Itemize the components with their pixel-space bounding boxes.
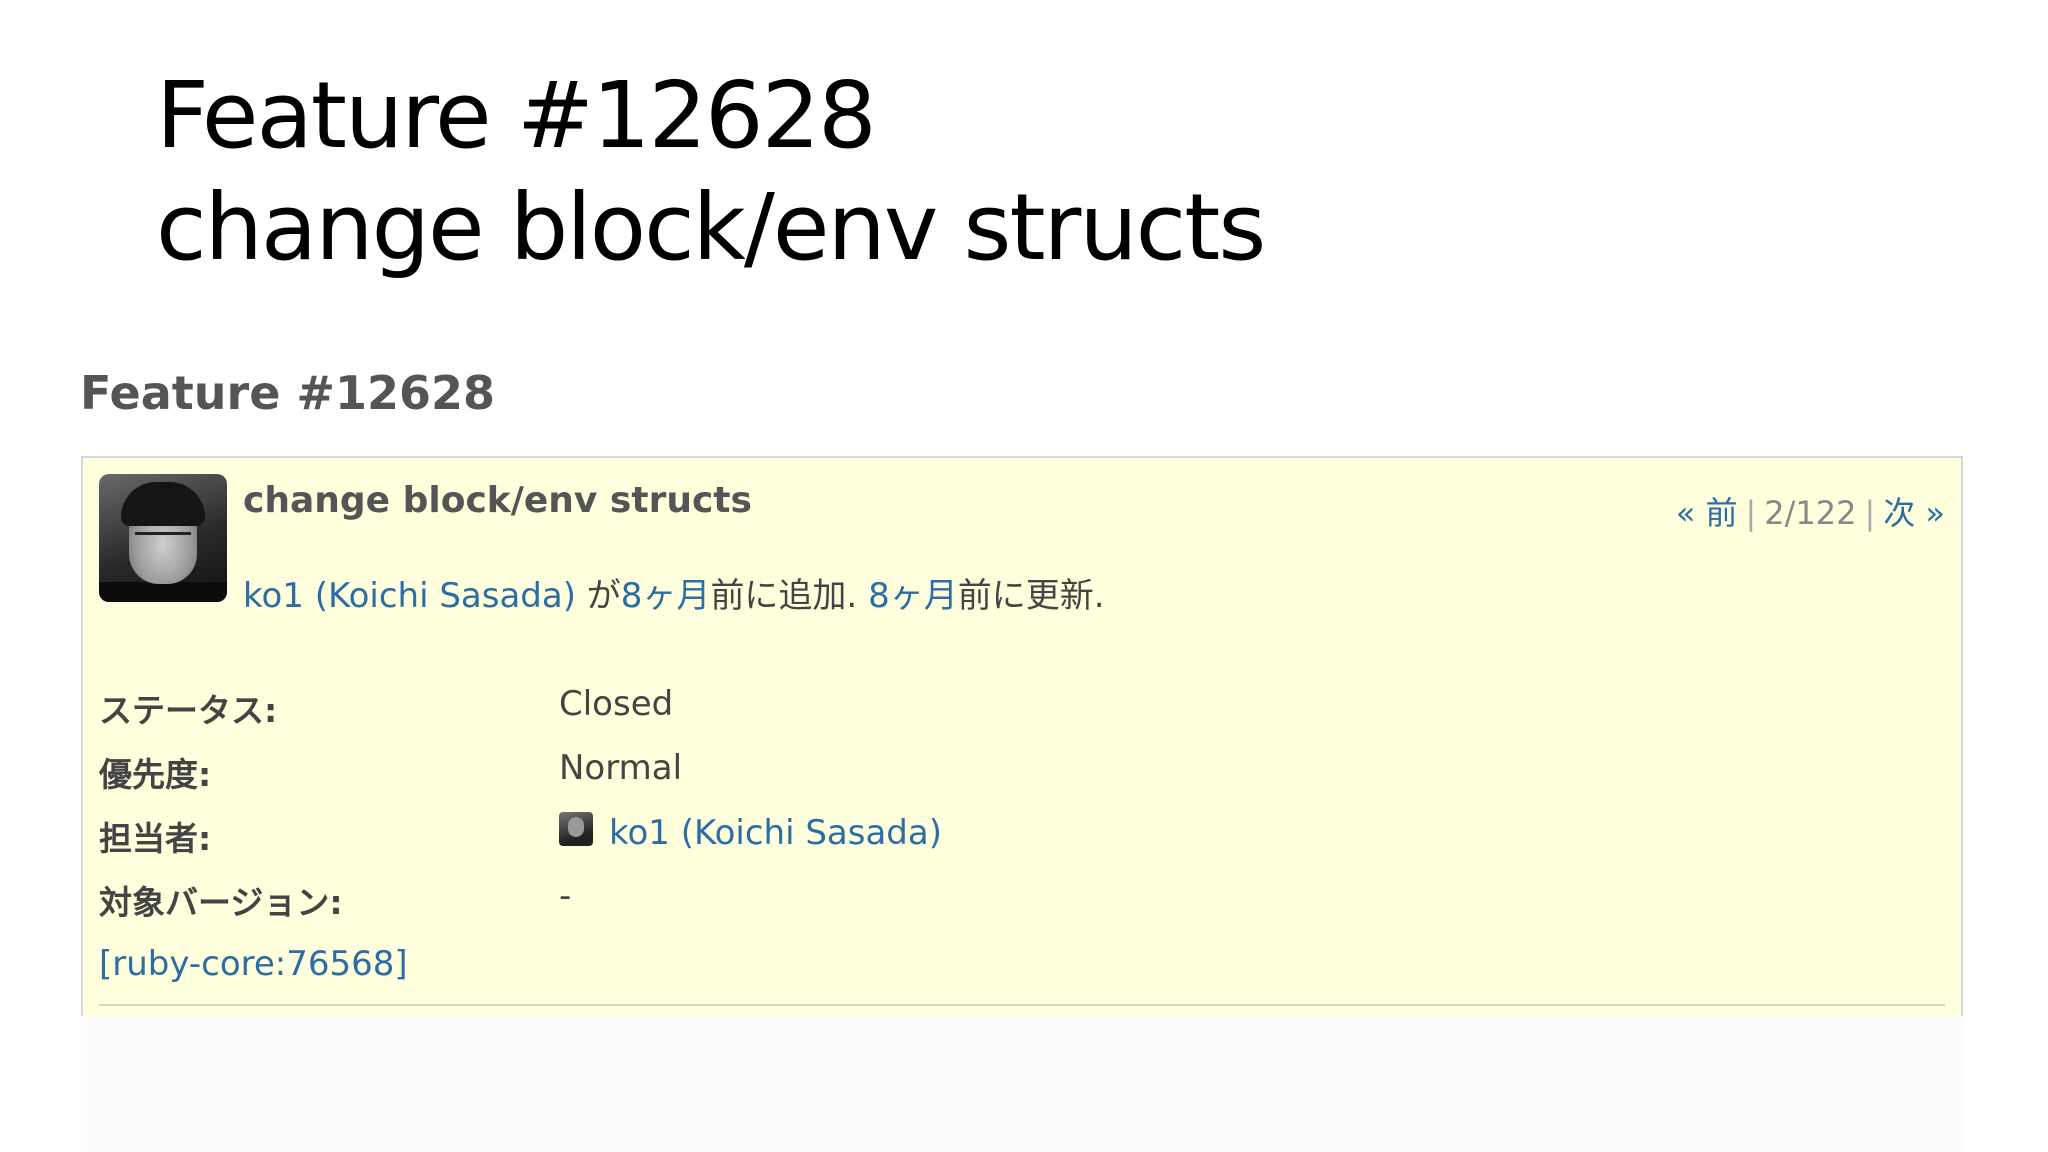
slide-title-line-1: Feature #12628 [156, 62, 877, 169]
slide-title-line-2: change block/env structs [156, 174, 1266, 281]
author-link[interactable]: ko1 (Koichi Sasada) [243, 576, 576, 616]
ruby-core-reference-link[interactable]: [ruby-core:76568] [99, 944, 408, 984]
target-version-label: 対象バージョン: [99, 883, 343, 922]
priority-label: 優先度: [99, 755, 212, 794]
slide-title: Feature #12628 change block/env structs [156, 60, 1266, 284]
lower-area [81, 1016, 1963, 1152]
assignee-label: 担当者: [99, 819, 212, 858]
author-line: ko1 (Koichi Sasada) が8ヶ月前に追加. 8ヶ月前に更新. [243, 568, 1105, 617]
priority-value: Normal [559, 748, 683, 788]
assignee-value: ko1 (Koichi Sasada) [559, 812, 942, 853]
assignee-avatar [559, 812, 593, 846]
prev-issue-link[interactable]: « 前 [1676, 494, 1738, 532]
author-avatar [99, 474, 227, 602]
status-value: Closed [559, 684, 674, 724]
divider [99, 1004, 1945, 1006]
issue-box: change block/env structs « 前 | 2/122 | 次 » k… [81, 456, 1963, 1016]
added-time-link[interactable]: 8ヶ月 [621, 576, 711, 616]
issue-heading: Feature #12628 [80, 366, 496, 420]
author-line-ga: が [586, 576, 621, 616]
issue-nav: « 前 | 2/122 | 次 » [1675, 494, 1945, 532]
issue-subject: change block/env structs [243, 480, 752, 521]
next-issue-link[interactable]: 次 » [1883, 494, 1945, 532]
status-label: ステータス: [99, 691, 278, 730]
updated-time-link[interactable]: 8ヶ月 [868, 576, 958, 616]
issue-position: 2/122 [1764, 494, 1857, 532]
slide: Feature #12628 change block/env structs … [0, 0, 2048, 1152]
author-line-added: 前に追加. [710, 576, 858, 616]
assignee-link[interactable]: ko1 (Koichi Sasada) [609, 813, 942, 853]
author-line-updated: 前に更新. [957, 576, 1105, 616]
target-version-value: - [559, 876, 572, 916]
